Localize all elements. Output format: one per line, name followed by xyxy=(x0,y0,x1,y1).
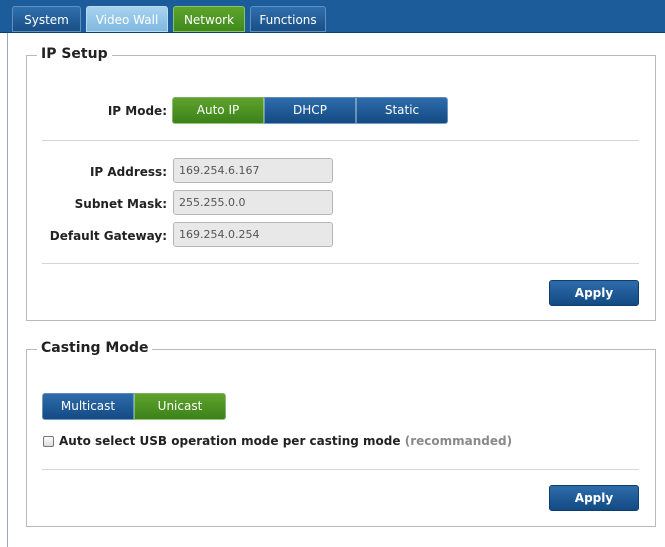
ip-mode-auto-ip-button[interactable]: Auto IP xyxy=(172,97,264,124)
tab-video-wall[interactable]: Video Wall xyxy=(86,6,168,32)
casting-mode-divider xyxy=(42,469,639,470)
subnet-mask-field[interactable]: 255.255.0.0 xyxy=(173,190,333,215)
ip-setup-panel: IP Setup IP Mode: Auto IP DHCP Static IP… xyxy=(26,46,656,321)
auto-usb-label-text: Auto select USB operation mode per casti… xyxy=(59,434,401,448)
auto-usb-hint: (recommanded) xyxy=(404,434,513,448)
ip-address-field[interactable]: 169.254.6.167 xyxy=(173,158,333,183)
tab-functions[interactable]: Functions xyxy=(250,6,326,32)
auto-usb-checkbox[interactable] xyxy=(43,436,54,447)
tab-system[interactable]: System xyxy=(12,6,81,32)
default-gateway-field[interactable]: 169.254.0.254 xyxy=(173,222,333,247)
tab-bar: System Video Wall Network Functions xyxy=(0,0,665,33)
casting-mode-unicast-button[interactable]: Unicast xyxy=(134,393,226,420)
casting-mode-multicast-button[interactable]: Multicast xyxy=(42,393,134,420)
ip-address-label: IP Address: xyxy=(89,165,167,179)
casting-mode-panel: Casting Mode Multicast Unicast Auto sele… xyxy=(26,340,656,527)
auto-usb-label: Auto select USB operation mode per casti… xyxy=(59,434,512,448)
ip-setup-divider-top xyxy=(42,140,639,141)
ip-mode-label: IP Mode: xyxy=(107,104,167,118)
casting-mode-apply-button[interactable]: Apply xyxy=(549,485,639,511)
ip-setup-apply-button[interactable]: Apply xyxy=(549,280,639,306)
tab-network[interactable]: Network xyxy=(173,6,245,32)
default-gateway-label: Default Gateway: xyxy=(49,229,167,243)
subnet-mask-label: Subnet Mask: xyxy=(74,197,167,211)
ip-setup-title: IP Setup xyxy=(37,46,112,62)
ip-mode-dhcp-button[interactable]: DHCP xyxy=(264,97,356,124)
ip-setup-divider-bottom xyxy=(42,263,639,264)
left-border-rule xyxy=(7,0,8,547)
casting-mode-title: Casting Mode xyxy=(37,340,153,356)
ip-mode-static-button[interactable]: Static xyxy=(356,97,448,124)
